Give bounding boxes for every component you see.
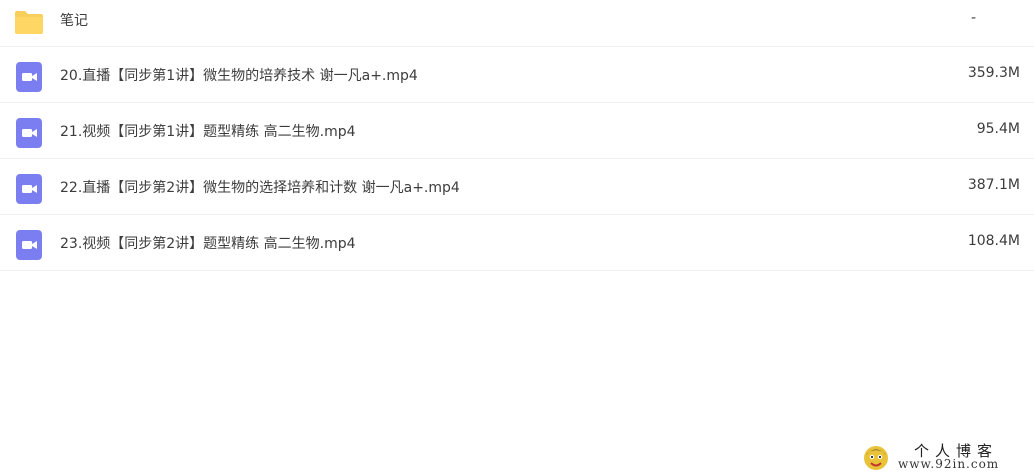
- file-size: -: [970, 10, 976, 26]
- file-list: 笔记 - 20.直播【同步第1讲】微生物的培养技术 谢一凡a+.mp4 359.…: [0, 0, 1034, 271]
- blog-watermark: 个人博客 www.92in.com: [862, 440, 1032, 474]
- file-name[interactable]: 22.直播【同步第2讲】微生物的选择培养和计数 谢一凡a+.mp4: [60, 177, 460, 197]
- folder-icon: [15, 11, 43, 34]
- video-file-icon: [16, 230, 42, 260]
- file-name[interactable]: 23.视频【同步第2讲】题型精练 高二生物.mp4: [60, 233, 356, 253]
- video-file-icon: [16, 174, 42, 204]
- file-row-video[interactable]: 21.视频【同步第1讲】题型精练 高二生物.mp4 95.4M: [0, 103, 1034, 159]
- file-row-video[interactable]: 22.直播【同步第2讲】微生物的选择培养和计数 谢一凡a+.mp4 387.1M: [0, 159, 1034, 215]
- file-name[interactable]: 21.视频【同步第1讲】题型精练 高二生物.mp4: [60, 121, 356, 141]
- watermark-url: www.92in.com: [898, 457, 1000, 471]
- file-row-video[interactable]: 23.视频【同步第2讲】题型精练 高二生物.mp4 108.4M: [0, 215, 1034, 271]
- file-size: 95.4M: [976, 121, 1020, 137]
- cartoon-avatar-icon: [864, 446, 888, 470]
- file-size: 108.4M: [967, 233, 1020, 249]
- file-name[interactable]: 笔记: [60, 10, 88, 30]
- file-size: 387.1M: [967, 177, 1020, 193]
- file-row-video[interactable]: 20.直播【同步第1讲】微生物的培养技术 谢一凡a+.mp4 359.3M: [0, 47, 1034, 103]
- video-file-icon: [16, 62, 42, 92]
- file-size: 359.3M: [967, 65, 1020, 81]
- video-file-icon: [16, 118, 42, 148]
- file-row-folder[interactable]: 笔记 -: [0, 0, 1034, 47]
- file-name[interactable]: 20.直播【同步第1讲】微生物的培养技术 谢一凡a+.mp4: [60, 65, 418, 85]
